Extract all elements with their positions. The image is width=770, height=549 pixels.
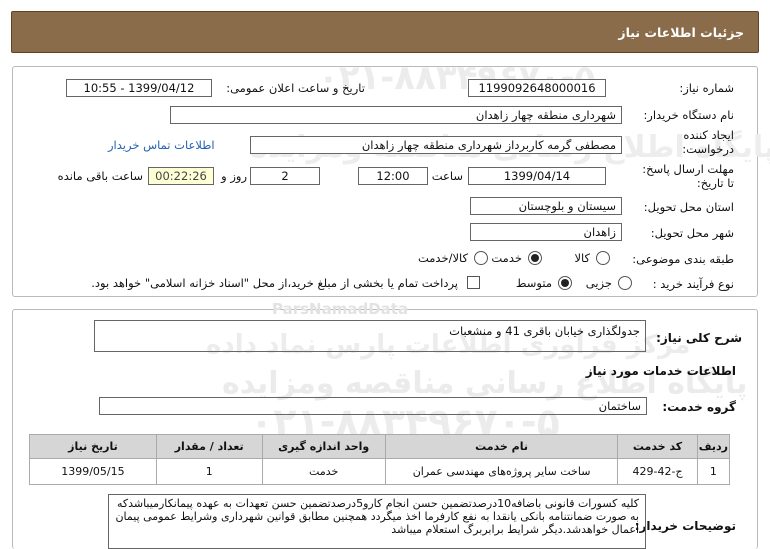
table-row: 1 ج-42-429 ساخت سایر پروژه‌های مهندسی عم…	[29, 458, 731, 485]
province-label: استان محل تحویل:	[643, 200, 734, 214]
col-header-row: ردیف	[696, 434, 731, 459]
need-number-field: 1199092648000016	[468, 79, 606, 97]
col-header-code: کد خدمت	[617, 434, 698, 459]
cell-quantity: 1	[155, 458, 263, 485]
category-radio-goods[interactable]	[596, 251, 610, 265]
process-radio-minor[interactable]	[618, 276, 632, 290]
service-group-field: ساختمان	[99, 397, 647, 415]
deadline-label-line1: مهلت ارسال پاسخ:	[642, 162, 734, 176]
page-title: جزئیات اطلاعات نیاز	[618, 24, 744, 40]
process-option-minor: جزیی	[585, 276, 612, 290]
hours-remaining-label: ساعت باقی مانده	[57, 169, 143, 183]
process-radio-medium[interactable]	[558, 276, 572, 290]
buyer-org-field: شهرداری منطقه چهار زاهدان	[170, 106, 622, 124]
buyer-notes-label: توضیحات خریدار:	[634, 519, 736, 533]
service-group-label: گروه خدمت:	[662, 400, 736, 414]
requester-label-line2: درخواست:	[682, 142, 734, 156]
col-header-qty: تعداد / مقدار	[155, 434, 263, 459]
deadline-time-label: ساعت	[431, 169, 463, 183]
cell-service-code: ج-42-429	[617, 458, 698, 485]
col-header-date: تاریخ نیاز	[29, 434, 157, 459]
services-table: ردیف کد خدمت نام خدمت واحد اندازه گیری ت…	[29, 434, 731, 485]
countdown-timer: 00:22:26	[148, 167, 214, 185]
city-field: زاهدان	[470, 223, 622, 241]
category-option-goods-service: کالا/خدمت	[417, 251, 468, 265]
process-type-label: نوع فرآیند خرید :	[652, 277, 734, 291]
buyer-org-label: نام دستگاه خریدار:	[643, 108, 734, 122]
category-label: طبقه بندی موضوعی:	[632, 252, 734, 266]
need-summary-field: جدولگذاری خیابان باقری 41 و منشعبات	[94, 320, 646, 352]
city-label: شهر محل تحویل:	[650, 226, 734, 240]
deadline-date-field: 1399/04/14	[468, 167, 606, 185]
treasury-payment-checkbox[interactable]	[467, 276, 480, 289]
process-option-medium: متوسط	[515, 276, 552, 290]
cell-unit: خدمت	[261, 458, 386, 485]
deadline-time-field: 12:00	[358, 167, 428, 185]
col-header-name: نام خدمت	[384, 434, 619, 459]
page-title-bar: جزئیات اطلاعات نیاز	[11, 11, 759, 53]
cell-row-number: 1	[696, 458, 731, 485]
requester-field: مصطفی گرمه کاربرداز شهرداری منطقه چهار ز…	[250, 136, 622, 154]
days-remaining-field: 2	[250, 167, 320, 185]
days-label: روز و	[221, 169, 247, 183]
category-option-goods: کالا	[574, 251, 590, 265]
requester-label-line1: ایجاد کننده	[683, 128, 734, 142]
cell-service-name: ساخت سایر پروژه‌های مهندسی عمران	[384, 458, 619, 485]
cell-need-date: 1399/05/15	[29, 458, 157, 485]
services-table-header: ردیف کد خدمت نام خدمت واحد اندازه گیری ت…	[29, 434, 731, 459]
category-option-service: خدمت	[491, 251, 522, 265]
category-radio-goods-service[interactable]	[474, 251, 488, 265]
treasury-payment-note: پرداخت تمام یا بخشی از مبلغ خرید،از محل …	[91, 276, 458, 290]
buyer-contact-link[interactable]: اطلاعات تماس خریدار	[108, 138, 215, 152]
services-info-heading: اطلاعات خدمات مورد نیاز	[585, 364, 736, 378]
announce-date-field: 1399/04/12 - 10:55	[66, 79, 212, 97]
category-radio-service[interactable]	[528, 251, 542, 265]
province-field: سیستان و بلوچستان	[470, 197, 622, 215]
announce-date-label: تاریخ و ساعت اعلان عمومی:	[226, 81, 365, 95]
col-header-unit: واحد اندازه گیری	[261, 434, 386, 459]
need-summary-label: شرح کلی نیاز:	[656, 331, 742, 345]
deadline-label-line2: تا تاریخ:	[696, 176, 734, 190]
need-number-label: شماره نیاز:	[679, 81, 734, 95]
buyer-notes-text: کلیه کسورات قانونی باضافه10درصدتضمین حسن…	[108, 494, 646, 549]
